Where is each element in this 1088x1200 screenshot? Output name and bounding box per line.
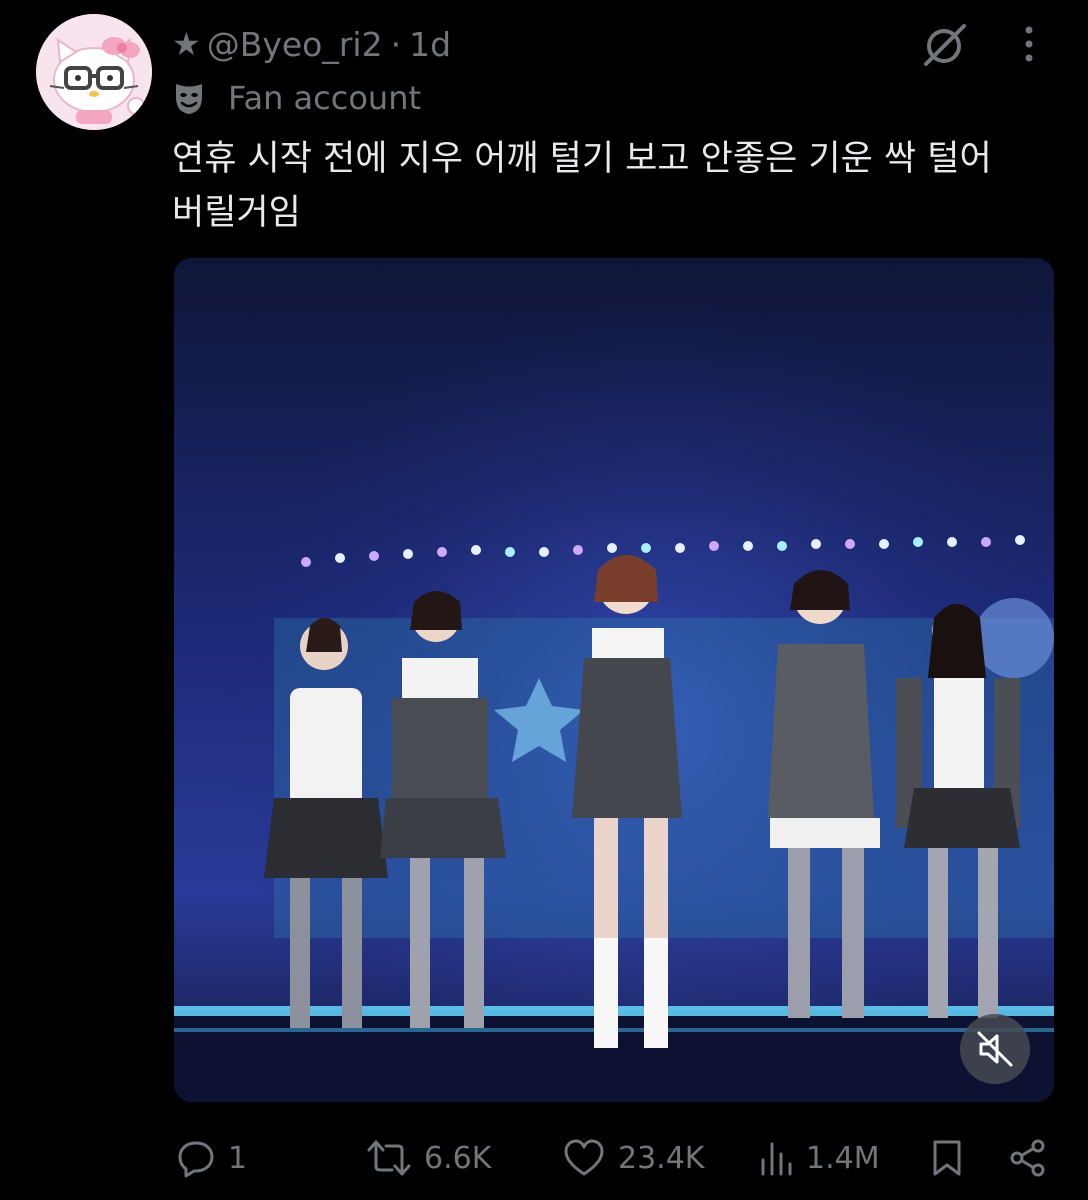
fan-account-badge: Fan account	[174, 78, 421, 118]
concert-stage-image	[174, 258, 1054, 1102]
more-options-icon[interactable]	[1012, 22, 1046, 66]
bookmark-button[interactable]	[930, 1130, 964, 1186]
mute-toggle-button[interactable]	[960, 1014, 1030, 1084]
action-bar: 1 6.6K 23.4K 1.4M	[174, 1130, 1054, 1186]
like-count: 23.4K	[618, 1140, 705, 1176]
share-button[interactable]	[1008, 1130, 1048, 1186]
reply-icon	[178, 1141, 214, 1178]
repost-button[interactable]: 6.6K	[366, 1130, 491, 1186]
speaker-muted-icon	[977, 1031, 1013, 1067]
separator-dot: ·	[390, 24, 402, 64]
tweet-post: ★ @Byeo_ri2 · 1d Fan account 연휴 시작 전에 지우…	[0, 0, 1088, 1200]
avatar-kitty-image	[36, 14, 152, 130]
author-line: ★ @Byeo_ri2 · 1d	[172, 22, 451, 66]
share-icon	[1010, 1139, 1045, 1177]
mask-icon	[176, 84, 202, 114]
avatar[interactable]	[36, 14, 152, 130]
author-handle[interactable]: @Byeo_ri2	[207, 25, 383, 64]
tweet-text: 연휴 시작 전에 지우 어깨 털기 보고 안좋은 기운 싹 털어 버릴거임	[172, 139, 992, 233]
like-button[interactable]: 23.4K	[562, 1130, 704, 1186]
badge-label: Fan account	[228, 79, 422, 117]
repost-count: 6.6K	[424, 1140, 492, 1176]
reply-button[interactable]: 1	[176, 1130, 247, 1186]
views-button[interactable]: 1.4M	[758, 1130, 880, 1186]
video-player[interactable]	[174, 258, 1054, 1102]
view-count: 1.4M	[806, 1140, 880, 1176]
reply-count: 1	[228, 1140, 248, 1176]
star-icon: ★	[172, 25, 201, 63]
analytics-icon	[761, 1142, 792, 1176]
post-time[interactable]: 1d	[409, 25, 451, 64]
heart-icon	[564, 1139, 604, 1176]
repost-icon	[367, 1140, 411, 1176]
bookmark-icon	[933, 1140, 961, 1176]
grok-icon[interactable]	[920, 22, 970, 68]
